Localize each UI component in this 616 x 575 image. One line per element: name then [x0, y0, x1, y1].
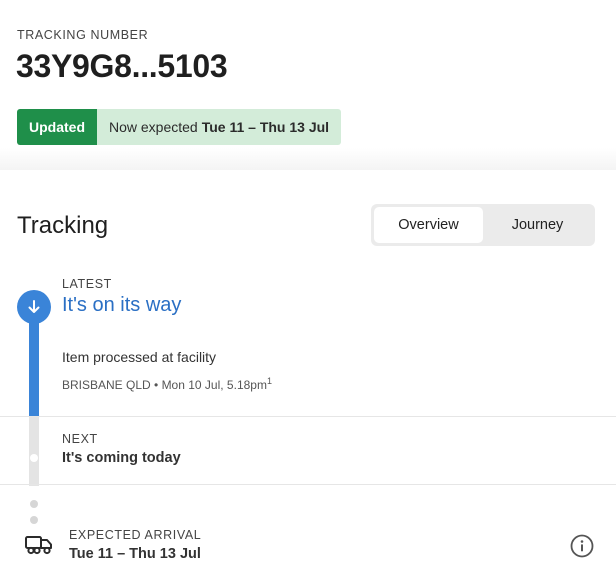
progress-dot: [30, 516, 38, 524]
event-location-time: BRISBANE QLD • Mon 10 Jul, 5.18pm1: [62, 376, 272, 392]
status-message: Now expected Tue 11 – Thu 13 Jul: [97, 109, 342, 145]
progress-dot: [30, 500, 38, 508]
tracking-title: Tracking: [17, 212, 109, 239]
info-icon[interactable]: [570, 534, 594, 558]
expected-arrival-label: EXPECTED ARRIVAL: [69, 528, 202, 542]
tab-journey[interactable]: Journey: [483, 207, 592, 243]
truck-icon: [24, 534, 54, 556]
next-step-node: [30, 454, 38, 462]
progress-rail-completed: [29, 308, 39, 416]
section-divider: [0, 148, 616, 172]
down-arrow-icon: [17, 290, 51, 324]
tracking-number: 33Y9G8...5103: [16, 48, 228, 84]
parcel-header: TRACKING NUMBER 33Y9G8...5103 Updated No…: [0, 0, 616, 162]
footnote-marker: 1: [266, 376, 272, 386]
status-banner: Updated Now expected Tue 11 – Thu 13 Jul: [17, 109, 342, 145]
status-dates: Tue 11 – Thu 13 Jul: [201, 119, 330, 135]
latest-status-title: It's on its way: [62, 294, 182, 316]
tab-overview[interactable]: Overview: [374, 207, 483, 243]
view-toggle: Overview Journey: [371, 204, 595, 246]
divider: [0, 484, 616, 485]
progress-rail-pending: [29, 416, 39, 486]
next-label: NEXT: [62, 432, 98, 446]
latest-label: LATEST: [62, 277, 112, 291]
status-badge: Updated: [17, 109, 97, 145]
divider: [0, 416, 616, 417]
next-step-title: It's coming today: [62, 450, 181, 466]
expected-arrival-dates: Tue 11 – Thu 13 Jul: [69, 546, 201, 562]
event-meta-text: BRISBANE QLD • Mon 10 Jul, 5.18pm: [62, 378, 267, 392]
event-description: Item processed at facility: [62, 349, 217, 365]
status-text: Now expected: [109, 119, 198, 135]
tracking-number-label: TRACKING NUMBER: [17, 28, 149, 42]
tracking-panel: Tracking Overview Journey LATEST It's on…: [0, 170, 616, 575]
